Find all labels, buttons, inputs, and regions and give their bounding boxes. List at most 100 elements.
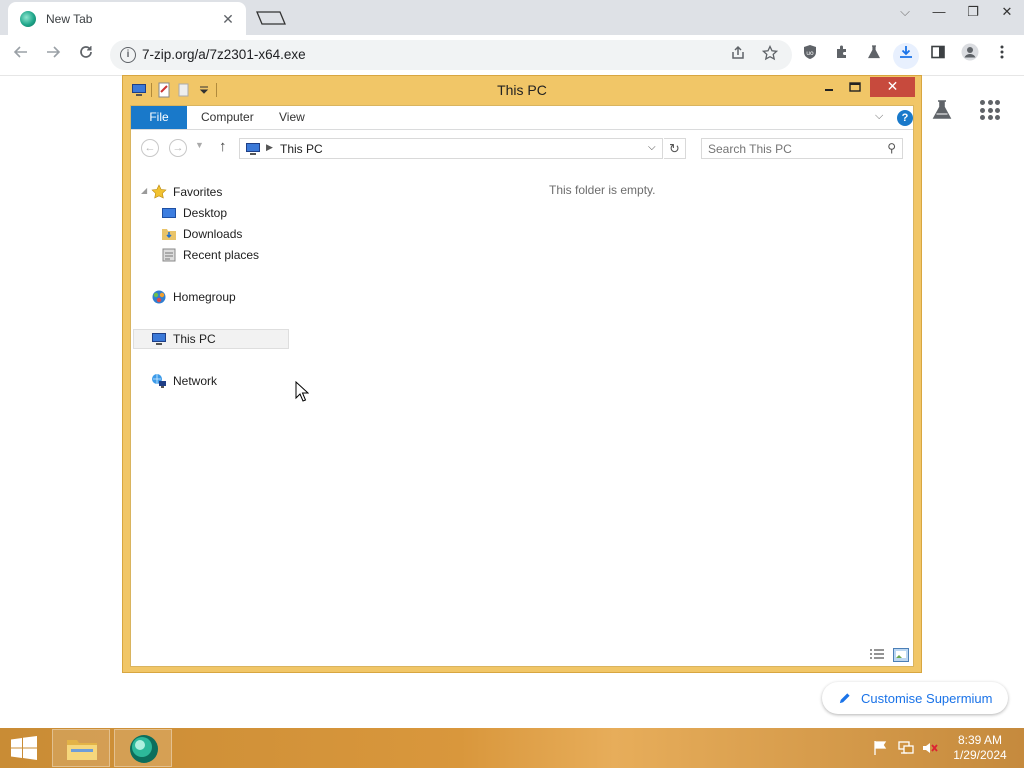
labs-flask-icon[interactable]	[861, 43, 887, 69]
site-info-icon[interactable]: i	[120, 47, 136, 63]
apps-grid-icon[interactable]	[980, 100, 1000, 120]
nav-downloads-label: Downloads	[183, 227, 243, 241]
browser-menu-icon[interactable]	[989, 43, 1015, 69]
customise-label: Customise Supermium	[861, 690, 993, 706]
new-tab-icon	[256, 11, 286, 25]
extensions-puzzle-icon[interactable]	[829, 43, 855, 69]
address-bar[interactable]: i 7-zip.org/a/7z2301-x64.exe	[110, 40, 792, 70]
explorer-title: This PC	[497, 82, 547, 98]
back-button[interactable]	[8, 43, 34, 69]
tab-title: New Tab	[46, 11, 93, 26]
explorer-address-bar[interactable]: ▶ This PC ⌵	[239, 138, 663, 159]
browser-window-controls: ⌵ — ❐ ✕	[888, 0, 1024, 28]
explorer-minimize-button[interactable]	[821, 78, 837, 100]
network-tray-icon[interactable]	[897, 740, 915, 756]
nav-downloads[interactable]: Downloads	[161, 224, 242, 244]
tab-search-button[interactable]: ⌵	[888, 0, 922, 24]
forward-arrow-icon	[47, 46, 61, 58]
nav-this-pc-label: This PC	[173, 332, 216, 346]
system-clock[interactable]: 8:39 AM 1/29/2024	[940, 733, 1020, 763]
close-browser-button[interactable]: ✕	[990, 0, 1024, 24]
this-pc-nav-icon	[152, 333, 166, 345]
explorer-titlebar[interactable]: This PC ✕	[123, 76, 921, 104]
volume-muted-icon[interactable]	[921, 740, 939, 756]
reload-icon	[80, 46, 92, 58]
profile-avatar-icon[interactable]	[957, 43, 983, 69]
nav-recent-label: Recent places	[183, 248, 260, 262]
up-arrow-icon[interactable]: ↑	[219, 138, 227, 155]
help-icon[interactable]: ?	[897, 110, 913, 126]
ntp-labs-icon[interactable]	[930, 98, 954, 122]
nav-this-pc[interactable]: This PC	[133, 329, 289, 349]
start-button[interactable]	[10, 736, 40, 760]
favorites-expander-icon[interactable]: ◢	[141, 186, 147, 195]
recent-locations-dropdown-icon[interactable]: ▼	[195, 140, 204, 150]
navigation-bar: ← → ▼ ↑ ▶ This PC ⌵ ↻ ⚲	[131, 130, 913, 166]
file-explorer-window: This PC ✕ File Computer View ⌵ ? ← → ▼ ↑…	[122, 75, 922, 673]
view-toggle	[869, 648, 909, 662]
taskbar-file-explorer[interactable]	[52, 729, 110, 767]
downloads-folder-icon	[162, 229, 176, 240]
clock-date: 1/29/2024	[953, 748, 1007, 762]
pencil-icon	[839, 692, 850, 703]
tab-computer[interactable]: Computer	[187, 106, 268, 129]
ublock-extension-icon[interactable]: uo	[797, 43, 823, 69]
restore-button[interactable]: ❐	[956, 0, 990, 24]
explorer-content: File Computer View ⌵ ? ← → ▼ ↑ ▶ This PC…	[130, 105, 914, 667]
forward-button-explorer[interactable]: →	[169, 139, 187, 157]
search-box[interactable]: ⚲	[701, 138, 903, 159]
nav-recent-places[interactable]: Recent places	[161, 245, 259, 265]
ribbon-tabs: File Computer View ⌵ ?	[131, 106, 913, 130]
reload-button[interactable]	[73, 43, 99, 69]
share-icon[interactable]	[728, 45, 748, 65]
refresh-button[interactable]: ↻	[664, 138, 686, 159]
tab-view[interactable]: View	[265, 106, 319, 129]
windows-logo-icon	[11, 736, 37, 760]
expand-ribbon-chevron-icon[interactable]: ⌵	[875, 110, 883, 123]
forward-button[interactable]	[40, 43, 66, 69]
url-text[interactable]: 7-zip.org/a/7z2301-x64.exe	[142, 47, 306, 62]
breadcrumb-separator-icon[interactable]: ▶	[266, 142, 273, 153]
address-location[interactable]: This PC	[280, 142, 323, 156]
file-explorer-icon	[67, 740, 97, 760]
minimize-button[interactable]: —	[922, 0, 956, 24]
large-icons-view-icon[interactable]	[893, 648, 909, 662]
supermium-favicon-icon	[20, 10, 36, 27]
desktop-icon	[162, 208, 176, 218]
nav-homegroup-label: Homegroup	[173, 290, 236, 304]
search-icon[interactable]: ⚲	[887, 141, 896, 155]
this-pc-icon	[246, 143, 260, 155]
search-input[interactable]	[708, 141, 878, 156]
navigation-pane: ◢ Favorites Desktop Downloads Recent pla…	[131, 166, 291, 646]
customise-supermium-button[interactable]: Customise Supermium	[822, 682, 1008, 714]
homegroup-icon	[152, 290, 166, 304]
tab-file[interactable]: File	[131, 106, 187, 129]
nav-favorites[interactable]: Favorites	[151, 182, 222, 202]
nav-network-label: Network	[173, 374, 218, 388]
mouse-cursor-icon	[295, 381, 309, 402]
taskbar-supermium-browser[interactable]	[114, 729, 172, 767]
star-icon	[151, 184, 167, 199]
nav-favorites-label: Favorites	[173, 185, 223, 199]
address-dropdown-icon[interactable]: ⌵	[648, 142, 656, 153]
tab-new-tab[interactable]: New Tab ✕	[8, 2, 246, 35]
nav-network[interactable]: Network	[151, 371, 217, 391]
browser-toolbar: i 7-zip.org/a/7z2301-x64.exe uo	[0, 35, 1024, 76]
explorer-close-button[interactable]: ✕	[870, 77, 915, 97]
action-center-flag-icon[interactable]	[872, 740, 890, 756]
bookmark-star-icon[interactable]	[760, 44, 780, 65]
svg-text:uo: uo	[806, 50, 814, 57]
nav-desktop[interactable]: Desktop	[161, 203, 227, 223]
details-view-icon[interactable]	[869, 648, 885, 662]
new-tab-button[interactable]	[254, 8, 288, 28]
explorer-maximize-button[interactable]	[847, 78, 863, 100]
back-arrow-icon	[13, 46, 27, 58]
tab-close-icon[interactable]: ✕	[220, 11, 236, 27]
downloads-icon[interactable]	[893, 43, 919, 69]
recent-places-icon	[162, 248, 176, 262]
back-button-explorer[interactable]: ←	[141, 139, 159, 157]
nav-desktop-label: Desktop	[183, 206, 228, 220]
side-panel-icon[interactable]	[925, 43, 951, 69]
nav-homegroup[interactable]: Homegroup	[151, 287, 236, 307]
supermium-browser-icon	[130, 735, 158, 763]
